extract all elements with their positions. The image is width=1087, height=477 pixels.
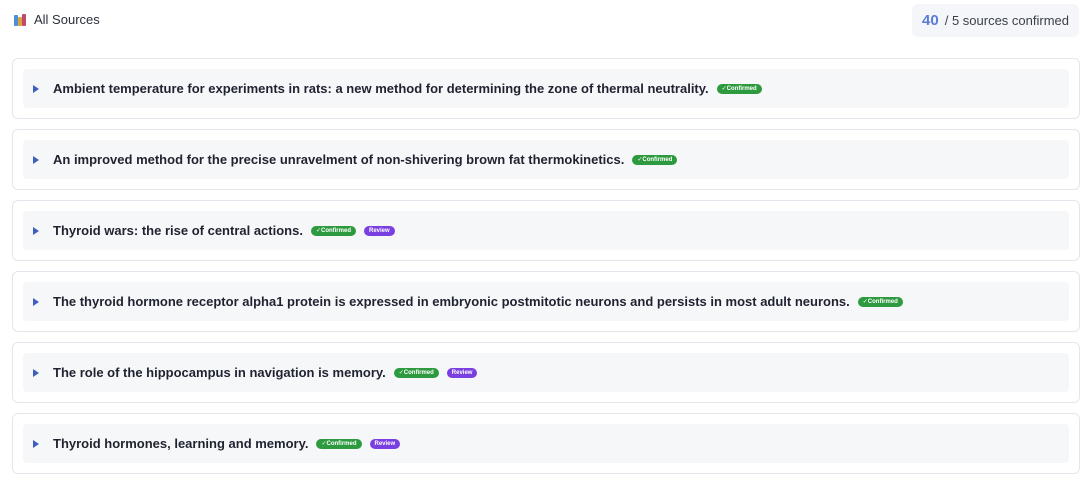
source-row[interactable]: The thyroid hormone receptor alpha1 prot… [23,282,1069,321]
source-title: Thyroid hormones, learning and memory. [53,436,309,451]
all-sources-heading: All Sources [14,12,100,27]
review-badge: Review [369,438,401,449]
counter-label: / 5 sources confirmed [944,13,1069,28]
source-card[interactable]: An improved method for the precise unrav… [12,129,1080,190]
confirmed-badge: ✓Confirmed [316,438,362,449]
source-row[interactable]: Ambient temperature for experiments in r… [23,69,1069,108]
source-row[interactable]: Thyroid hormones, learning and memory. ✓… [23,424,1069,463]
expand-caret-icon[interactable] [33,439,39,448]
review-badge: Review [363,225,395,236]
confirmed-badge: ✓Confirmed [393,367,439,378]
confirmed-counter: 40 / 5 sources confirmed [912,4,1079,37]
expand-caret-icon[interactable] [33,84,39,93]
expand-caret-icon[interactable] [33,368,39,377]
source-card[interactable]: The thyroid hormone receptor alpha1 prot… [12,271,1080,332]
source-title: The thyroid hormone receptor alpha1 prot… [53,294,850,309]
source-row[interactable]: Thyroid wars: the rise of central action… [23,211,1069,250]
confirmed-badge: ✓Confirmed [310,225,356,236]
source-row[interactable]: An improved method for the precise unrav… [23,140,1069,179]
expand-caret-icon[interactable] [33,155,39,164]
confirmed-badge: ✓Confirmed [857,296,903,307]
source-title: Ambient temperature for experiments in r… [53,81,709,96]
all-sources-label: All Sources [34,12,100,27]
source-title: The role of the hippocampus in navigatio… [53,365,386,380]
books-icon [14,13,28,27]
sources-header: All Sources 40 / 5 sources confirmed [0,0,1087,40]
source-card[interactable]: Ambient temperature for experiments in r… [12,58,1080,119]
source-card[interactable]: Thyroid hormones, learning and memory. ✓… [12,413,1080,474]
confirmed-badge: ✓Confirmed [716,83,762,94]
counter-value: 40 [922,12,939,29]
review-badge: Review [446,367,478,378]
expand-caret-icon[interactable] [33,226,39,235]
source-card[interactable]: The role of the hippocampus in navigatio… [12,342,1080,403]
source-title: An improved method for the precise unrav… [53,152,625,167]
source-card[interactable]: Thyroid wars: the rise of central action… [12,200,1080,261]
expand-caret-icon[interactable] [33,297,39,306]
source-row[interactable]: The role of the hippocampus in navigatio… [23,353,1069,392]
source-title: Thyroid wars: the rise of central action… [53,223,303,238]
confirmed-badge: ✓Confirmed [632,154,678,165]
